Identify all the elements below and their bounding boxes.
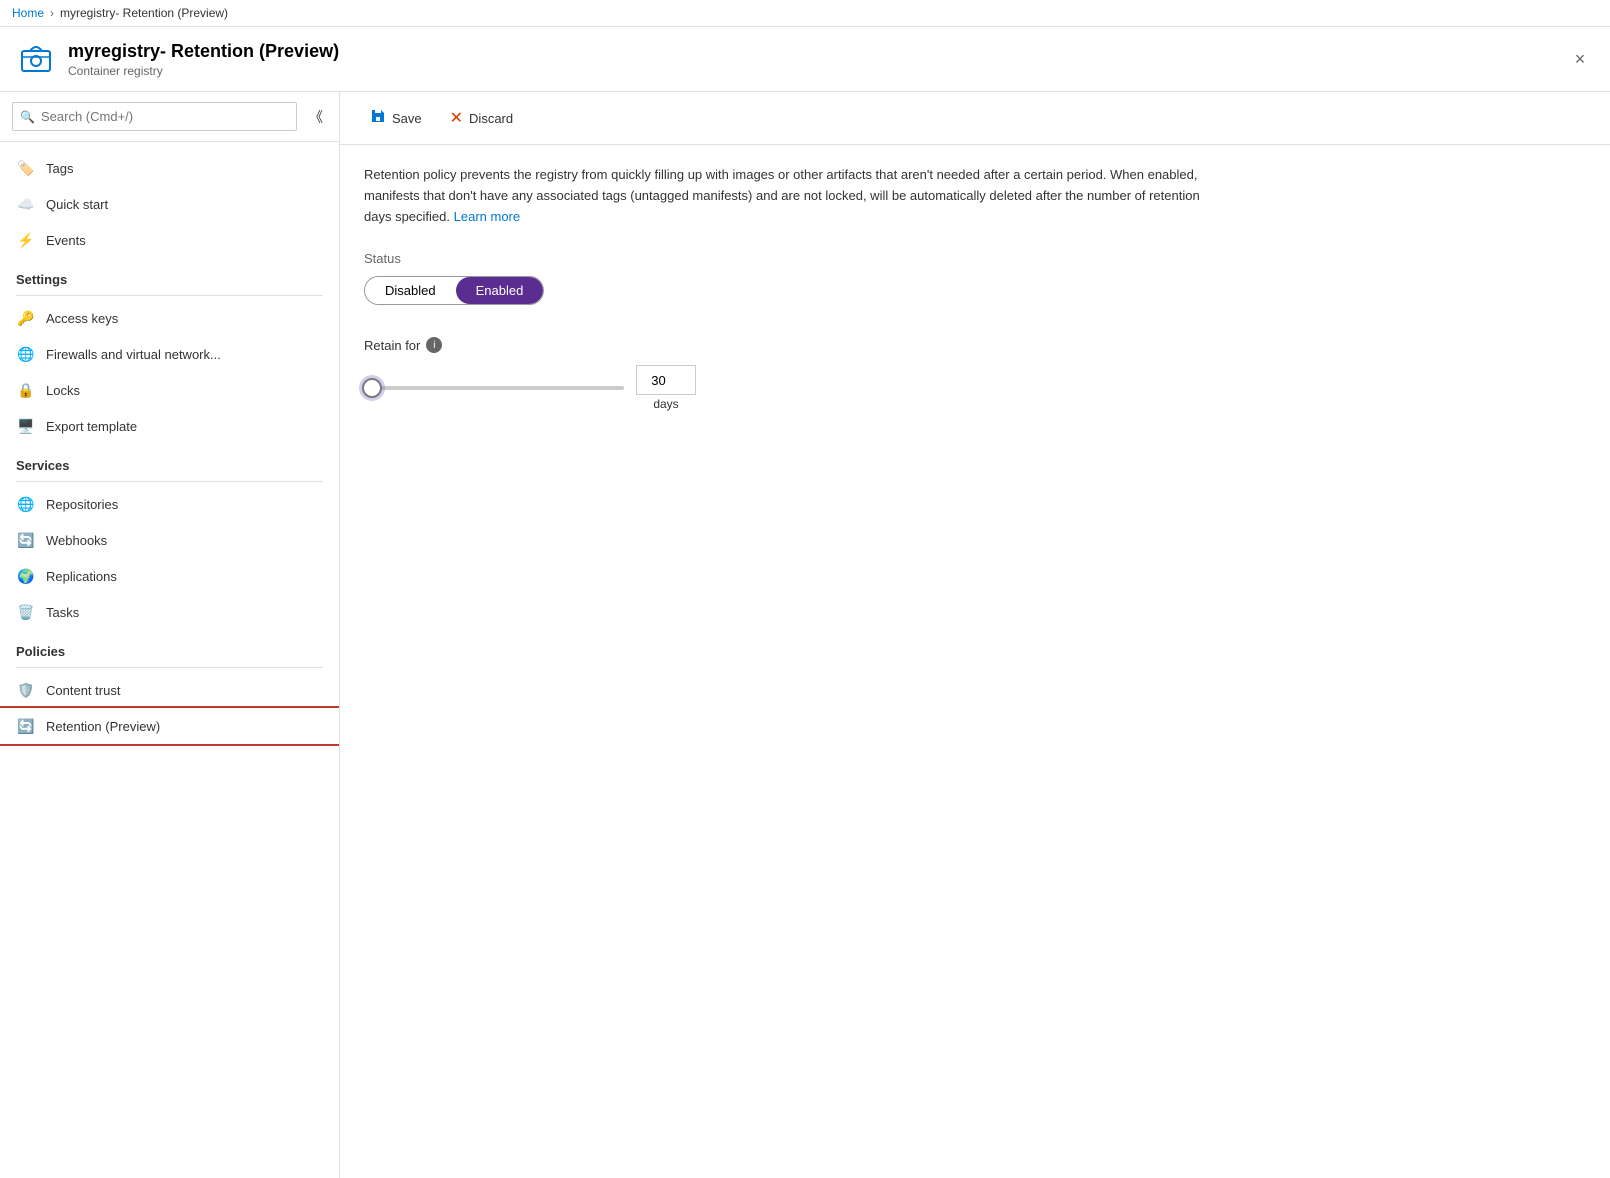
info-icon[interactable]: i — [426, 337, 442, 353]
retain-section: Retain for i days — [364, 337, 1586, 411]
sidebar-item-label: Tags — [46, 161, 73, 176]
sidebar-item-label: Events — [46, 233, 86, 248]
status-toggle[interactable]: Disabled Enabled — [364, 276, 544, 305]
quickstart-icon: ☁️ — [16, 194, 36, 214]
sidebar-item-access-keys[interactable]: 🔑 Access keys — [0, 300, 339, 336]
policies-divider — [16, 667, 323, 668]
retention-icon: 🔄 — [16, 716, 36, 736]
sidebar-item-label: Quick start — [46, 197, 108, 212]
description-text: Retention policy prevents the registry f… — [364, 165, 1224, 227]
policies-section-header: Policies — [0, 630, 339, 663]
sidebar-item-retention[interactable]: 🔄 Retention (Preview) — [0, 708, 339, 744]
retain-slider-wrap — [364, 376, 624, 400]
repositories-icon: 🌐 — [16, 494, 36, 514]
discard-button[interactable]: ✕ Discard — [440, 102, 523, 134]
sidebar: 🔍 《 🏷️ Tags ☁️ Quick start ⚡ Events Sett… — [0, 92, 340, 1178]
days-input-wrap: days — [636, 365, 696, 411]
breadcrumb-home[interactable]: Home — [12, 6, 44, 20]
sidebar-item-tags[interactable]: 🏷️ Tags — [0, 150, 339, 186]
sidebar-item-label: Webhooks — [46, 533, 107, 548]
sidebar-item-locks[interactable]: 🔒 Locks — [0, 372, 339, 408]
sidebar-item-replications[interactable]: 🌍 Replications — [0, 558, 339, 594]
access-keys-icon: 🔑 — [16, 308, 36, 328]
close-button[interactable]: × — [1566, 45, 1594, 73]
toolbar: Save ✕ Discard — [340, 92, 1610, 145]
header-text: myregistry- Retention (Preview) Containe… — [68, 41, 339, 78]
sidebar-item-label: Retention (Preview) — [46, 719, 160, 734]
content-body: Retention policy prevents the registry f… — [340, 145, 1610, 431]
retain-label: Retain for i — [364, 337, 1586, 353]
sidebar-item-label: Locks — [46, 383, 80, 398]
sidebar-item-webhooks[interactable]: 🔄 Webhooks — [0, 522, 339, 558]
services-divider — [16, 481, 323, 482]
sidebar-item-repositories[interactable]: 🌐 Repositories — [0, 486, 339, 522]
content-area: Save ✕ Discard Retention policy prevents… — [340, 92, 1610, 1178]
export-template-icon: 🖥️ — [16, 416, 36, 436]
breadcrumb: Home › myregistry- Retention (Preview) — [0, 0, 1610, 27]
replications-icon: 🌍 — [16, 566, 36, 586]
sidebar-nav: 🏷️ Tags ☁️ Quick start ⚡ Events Settings… — [0, 142, 339, 752]
days-label: days — [653, 397, 678, 411]
sidebar-item-tasks[interactable]: 🗑️ Tasks — [0, 594, 339, 630]
sidebar-item-firewalls[interactable]: 🌐 Firewalls and virtual network... — [0, 336, 339, 372]
sidebar-item-export-template[interactable]: 🖥️ Export template — [0, 408, 339, 444]
sidebar-item-label: Export template — [46, 419, 137, 434]
discard-icon: ✕ — [450, 108, 463, 128]
content-trust-icon: 🛡️ — [16, 680, 36, 700]
save-label: Save — [392, 111, 422, 126]
page-subtitle: Container registry — [68, 64, 339, 78]
header-icon — [16, 39, 56, 79]
page-header: myregistry- Retention (Preview) Containe… — [0, 27, 1610, 92]
settings-divider — [16, 295, 323, 296]
discard-label: Discard — [469, 111, 513, 126]
events-icon: ⚡ — [16, 230, 36, 250]
days-input[interactable] — [636, 365, 696, 395]
search-icon: 🔍 — [20, 110, 35, 124]
settings-section-header: Settings — [0, 258, 339, 291]
sidebar-item-label: Access keys — [46, 311, 118, 326]
learn-more-link[interactable]: Learn more — [454, 209, 520, 224]
firewalls-icon: 🌐 — [16, 344, 36, 364]
slider-row: days — [364, 365, 1586, 411]
tasks-icon: 🗑️ — [16, 602, 36, 622]
breadcrumb-current: myregistry- Retention (Preview) — [60, 6, 228, 20]
toggle-enabled[interactable]: Enabled — [456, 277, 544, 304]
main-container: 🔍 《 🏷️ Tags ☁️ Quick start ⚡ Events Sett… — [0, 92, 1610, 1178]
search-input[interactable] — [12, 102, 297, 131]
save-icon — [370, 108, 386, 128]
sidebar-item-content-trust[interactable]: 🛡️ Content trust — [0, 672, 339, 708]
toggle-disabled[interactable]: Disabled — [365, 277, 456, 304]
sidebar-item-label: Replications — [46, 569, 117, 584]
save-button[interactable]: Save — [360, 102, 432, 134]
sidebar-item-quickstart[interactable]: ☁️ Quick start — [0, 186, 339, 222]
sidebar-item-label: Firewalls and virtual network... — [46, 347, 221, 362]
sidebar-collapse-button[interactable]: 《 — [305, 103, 327, 131]
services-section-header: Services — [0, 444, 339, 477]
status-label: Status — [364, 251, 1586, 266]
page-title: myregistry- Retention (Preview) — [68, 41, 339, 62]
sidebar-item-label: Tasks — [46, 605, 79, 620]
locks-icon: 🔒 — [16, 380, 36, 400]
tags-icon: 🏷️ — [16, 158, 36, 178]
breadcrumb-separator: › — [50, 6, 54, 20]
webhooks-icon: 🔄 — [16, 530, 36, 550]
sidebar-item-label: Repositories — [46, 497, 118, 512]
sidebar-item-label: Content trust — [46, 683, 120, 698]
sidebar-item-events[interactable]: ⚡ Events — [0, 222, 339, 258]
